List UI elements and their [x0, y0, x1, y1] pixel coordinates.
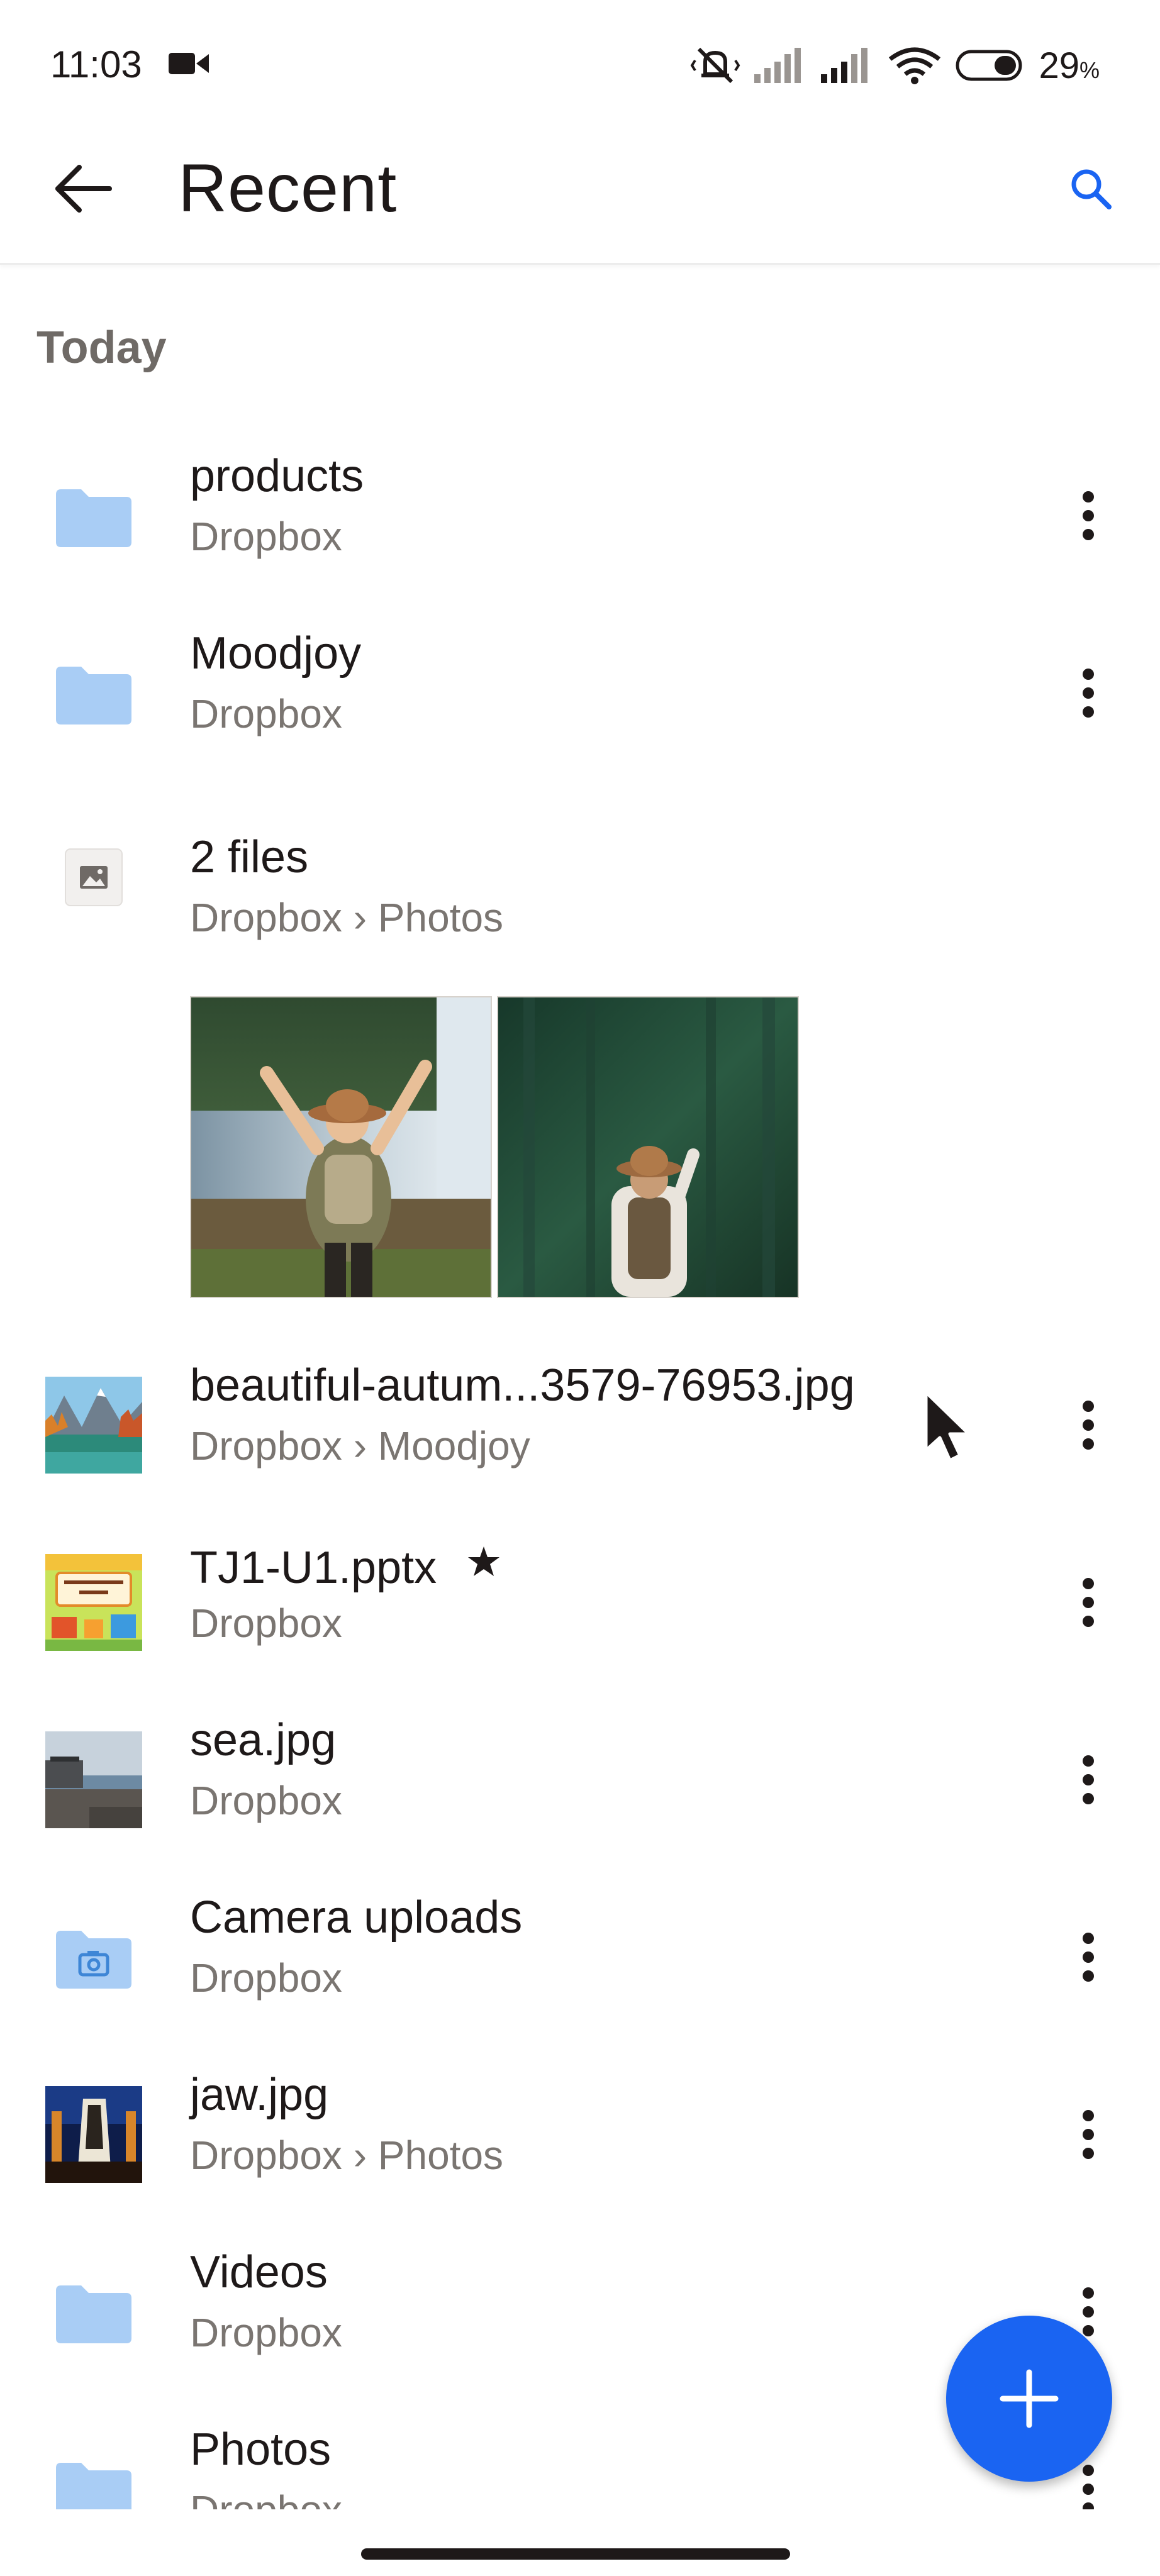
more-vertical-icon: [1083, 2465, 1094, 2514]
item-name: beautiful-autum...3579-76953.jpg: [190, 1360, 855, 1411]
more-vertical-icon: [1083, 669, 1094, 718]
list-item[interactable]: jaw.jpg Dropbox › Photos: [0, 2046, 1160, 2223]
signal-icon-2: [821, 48, 868, 83]
arrow-left-icon: [55, 165, 112, 213]
more-vertical-icon: [1083, 1933, 1094, 1982]
app-bar: Recent: [0, 126, 1160, 265]
image-file-icon: [45, 829, 142, 926]
item-path: Dropbox: [190, 514, 342, 559]
status-time: 11:03: [50, 43, 142, 86]
section-header-today: Today: [36, 323, 167, 373]
item-path: Dropbox: [190, 691, 342, 736]
more-options-button[interactable]: [1057, 1394, 1120, 1457]
more-options-button[interactable]: [1057, 662, 1120, 724]
more-vertical-icon: [1083, 491, 1094, 540]
list-item[interactable]: beautiful-autum...3579-76953.jpg Dropbox…: [0, 1337, 1160, 1513]
folder-icon: [45, 2263, 142, 2360]
list-item[interactable]: Moodjoy Dropbox: [0, 605, 1160, 781]
more-options-button[interactable]: [1057, 1748, 1120, 1811]
list-item[interactable]: products Dropbox: [0, 428, 1160, 604]
more-options-button[interactable]: [1057, 1571, 1120, 1634]
file-group-item[interactable]: 2 files Dropbox › Photos: [0, 794, 1160, 1316]
battery-percent: 29%: [1039, 45, 1100, 86]
search-button[interactable]: [1059, 157, 1122, 220]
star-icon: [467, 1537, 501, 1589]
more-vertical-icon: [1083, 1401, 1094, 1450]
image-thumbnail: [45, 1377, 142, 1474]
status-icons: 29%: [690, 43, 1100, 88]
item-name: Moodjoy: [190, 628, 362, 679]
battery-icon: [956, 50, 1022, 81]
more-options-button[interactable]: [1057, 2103, 1120, 2166]
more-vertical-icon: [1083, 2287, 1094, 2336]
image-thumbnail: [45, 2086, 142, 2183]
plus-icon: [1000, 2369, 1059, 2428]
video-recording-icon: [169, 53, 209, 74]
bottom-safe-area: [0, 2509, 1160, 2576]
item-path: Dropbox: [190, 1778, 342, 1823]
presentation-thumbnail: [45, 1554, 142, 1651]
list-item[interactable]: sea.jpg Dropbox: [0, 1692, 1160, 1868]
screen: 11:03 29% Recent Today products Dropbox …: [0, 0, 1160, 2576]
list-item[interactable]: TJ1-U1.pptx Dropbox: [0, 1514, 1160, 1690]
item-name: sea.jpg: [190, 1715, 337, 1765]
camera-folder-icon: [45, 1909, 142, 2006]
item-path: Dropbox › Photos: [190, 895, 504, 940]
item-name: Videos: [190, 2247, 328, 2297]
folder-icon: [45, 467, 142, 564]
item-name: products: [190, 451, 364, 501]
item-name: 2 files: [190, 832, 309, 882]
item-path: Dropbox: [190, 2310, 342, 2355]
create-fab-button[interactable]: [946, 2316, 1112, 2482]
home-indicator[interactable]: [361, 2548, 790, 2560]
item-name: Camera uploads: [190, 1892, 523, 1943]
photo-preview[interactable]: [497, 996, 799, 1298]
more-options-button[interactable]: [1057, 484, 1120, 547]
item-path: Dropbox › Photos: [190, 2133, 504, 2178]
image-thumbnail: [45, 1731, 142, 1828]
more-vertical-icon: [1083, 2110, 1094, 2159]
wifi-icon: [889, 47, 941, 84]
item-path: Dropbox: [190, 1601, 342, 1646]
search-icon: [1071, 169, 1112, 209]
item-path: Dropbox: [190, 1955, 342, 2001]
status-bar: 11:03 29%: [0, 0, 1160, 126]
more-options-button[interactable]: [1057, 1926, 1120, 1989]
signal-icon: [754, 48, 801, 83]
more-vertical-icon: [1083, 1578, 1094, 1627]
item-name: TJ1-U1.pptx: [190, 1537, 501, 1594]
list-item[interactable]: Camera uploads Dropbox: [0, 1869, 1160, 2045]
item-name: Photos: [190, 2424, 332, 2475]
back-button[interactable]: [44, 150, 122, 228]
vibrate-mute-icon: [691, 47, 740, 84]
item-name: jaw.jpg: [190, 2070, 329, 2120]
more-vertical-icon: [1083, 1755, 1094, 1804]
folder-icon: [45, 645, 142, 741]
item-path: Dropbox › Moodjoy: [190, 1423, 530, 1468]
photo-preview[interactable]: [190, 996, 492, 1298]
page-title: Recent: [178, 150, 398, 226]
mouse-pointer-icon: [924, 1391, 971, 1462]
